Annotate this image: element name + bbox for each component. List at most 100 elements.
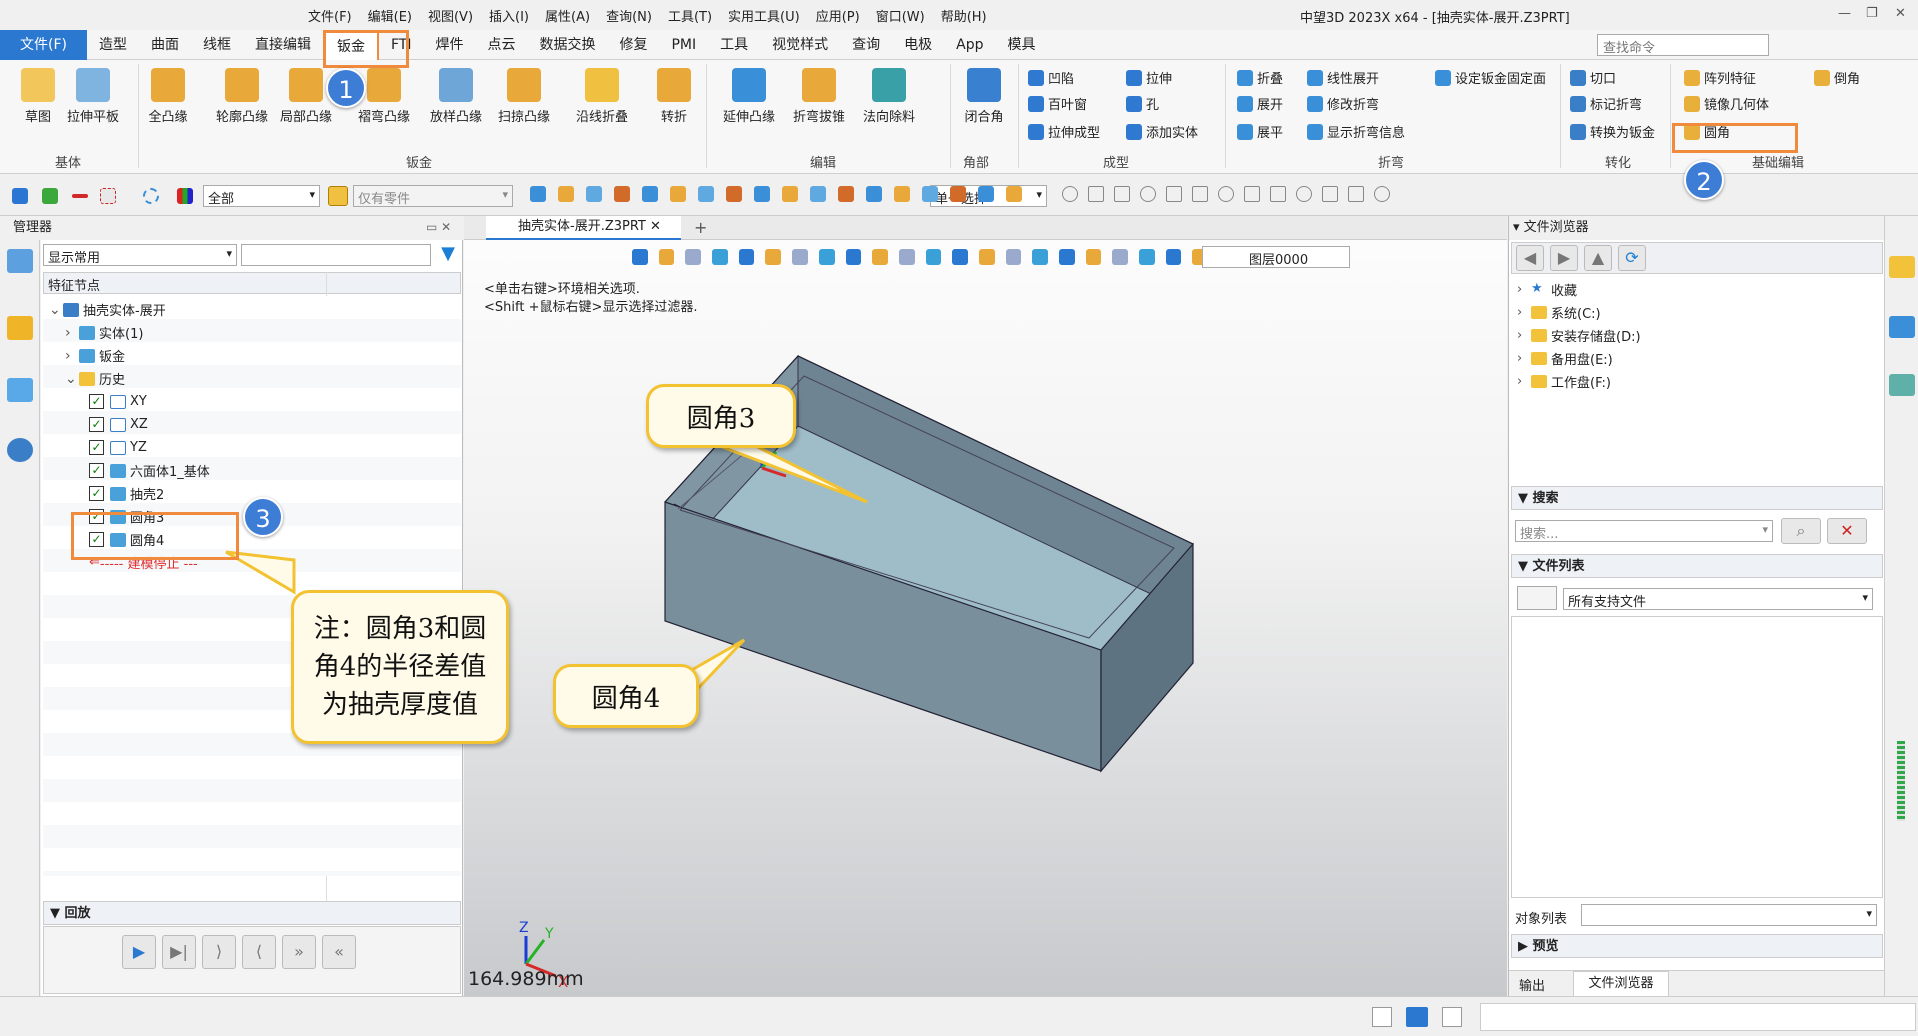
toolbar-icon[interactable]: [950, 186, 966, 202]
toolbar-icon[interactable]: [782, 186, 798, 202]
snap-icon[interactable]: [1296, 186, 1312, 202]
menu-item[interactable]: 窗口(W): [868, 6, 933, 25]
remove-icon[interactable]: [72, 194, 88, 198]
play-icon[interactable]: ▶: [122, 935, 156, 969]
expand-arrow-icon[interactable]: ›: [1517, 374, 1527, 389]
ribbon-small-button[interactable]: 镜像几何体: [1684, 94, 1769, 113]
tab-item[interactable]: 数据交换: [527, 30, 607, 60]
folder-icon[interactable]: [1889, 256, 1915, 278]
ribbon-button[interactable]: 闭合角: [950, 64, 1018, 125]
expand-arrow-icon[interactable]: ›: [1517, 282, 1527, 297]
tab-item[interactable]: 视觉样式: [760, 30, 840, 60]
snap-icon[interactable]: [1322, 186, 1338, 202]
tab-item[interactable]: 电极: [892, 30, 944, 60]
ribbon-small-button[interactable]: 百叶窗: [1028, 94, 1087, 113]
back-icon[interactable]: ◀: [1516, 245, 1544, 271]
tree-node[interactable]: ✓ XY: [43, 390, 343, 413]
command-input[interactable]: [1480, 1003, 1916, 1031]
toolbar-icon[interactable]: [642, 186, 658, 202]
ribbon-small-button[interactable]: 展开: [1237, 94, 1283, 113]
menu-item[interactable]: 插入(I): [481, 6, 537, 25]
tab-item[interactable]: 文件(F): [0, 29, 87, 60]
toolbar-icon[interactable]: [558, 186, 574, 202]
ribbon-small-button[interactable]: 折叠: [1237, 68, 1283, 87]
tree-node[interactable]: ✓ YZ: [43, 436, 343, 459]
fast-forward-icon[interactable]: »: [282, 935, 316, 969]
ribbon-small-button[interactable]: 孔: [1126, 94, 1159, 113]
tab-item[interactable]: 线框: [191, 30, 243, 60]
tab-item[interactable]: 修复: [607, 30, 659, 60]
tree-node[interactable]: ✓ 抽壳2: [43, 482, 343, 505]
snap-icon[interactable]: [1088, 186, 1104, 202]
add-icon[interactable]: [42, 188, 58, 204]
box-select-icon[interactable]: [100, 188, 116, 204]
rewind-icon[interactable]: «: [322, 935, 356, 969]
file-list-header[interactable]: ▼ 文件列表: [1511, 554, 1883, 578]
tree-node[interactable]: ⌄ 抽壳实体-展开: [43, 298, 343, 321]
expand-arrow-icon[interactable]: ›: [1517, 328, 1527, 343]
tab-item[interactable]: 工具: [708, 30, 760, 60]
part-filter-icon[interactable]: [328, 186, 348, 206]
checkbox[interactable]: ✓: [89, 417, 104, 432]
toolbar-icon[interactable]: [530, 186, 546, 202]
expand-arrow-icon[interactable]: ›: [1517, 351, 1527, 366]
snap-icon[interactable]: [1348, 186, 1364, 202]
image-icon[interactable]: [7, 378, 33, 402]
file-tree-item[interactable]: › 系统(C:): [1511, 301, 1601, 324]
snap-icon[interactable]: [1244, 186, 1260, 202]
clear-search-icon[interactable]: ✕: [1827, 518, 1867, 544]
menu-item[interactable]: 帮助(H): [933, 6, 995, 25]
ribbon-small-button[interactable]: 倒角: [1814, 68, 1860, 87]
user-icon[interactable]: [7, 438, 33, 462]
expand-arrow-icon[interactable]: ›: [1517, 305, 1527, 320]
tree-node[interactable]: ✓ 六面体1_基体: [43, 459, 343, 482]
snap-icon[interactable]: [1062, 186, 1078, 202]
checkbox[interactable]: ✓: [89, 440, 104, 455]
filter-icon[interactable]: [177, 188, 193, 204]
layers-icon[interactable]: [1889, 374, 1915, 396]
ribbon-button[interactable]: 延伸凸缘: [715, 64, 783, 125]
toolbar-icon[interactable]: [1006, 186, 1022, 202]
toolbar-icon[interactable]: [838, 186, 854, 202]
search-command-input[interactable]: 查找命令: [1597, 34, 1769, 56]
library-icon[interactable]: [1889, 316, 1915, 338]
ribbon-small-button[interactable]: 修改折弯: [1307, 94, 1379, 113]
tab-item[interactable]: 直接编辑: [243, 30, 323, 60]
replay-header[interactable]: ▼ 回放: [43, 901, 461, 925]
snap-icon[interactable]: [1166, 186, 1182, 202]
tree-node[interactable]: ✓ XZ: [43, 413, 343, 436]
toolbar-icon[interactable]: [698, 186, 714, 202]
ribbon-small-button[interactable]: 切口: [1570, 68, 1616, 87]
checkbox[interactable]: ✓: [89, 486, 104, 501]
ribbon-small-button[interactable]: 拉伸成型: [1028, 122, 1100, 141]
ribbon-button[interactable]: 折弯拔锥: [785, 64, 853, 125]
toolbar-icon[interactable]: [810, 186, 826, 202]
file-search-input[interactable]: 搜索...: [1515, 520, 1773, 542]
ribbon-small-button[interactable]: 标记折弯: [1570, 94, 1642, 113]
tab-item[interactable]: 查询: [840, 30, 892, 60]
part-icon[interactable]: [7, 316, 33, 340]
tree-node[interactable]: ⌄ 历史: [43, 367, 343, 390]
snap-icon[interactable]: [1270, 186, 1286, 202]
ribbon-small-button[interactable]: 拉伸: [1126, 68, 1172, 87]
ribbon-button[interactable]: 全凸缘: [134, 64, 202, 125]
ribbon-button[interactable]: 转折: [640, 64, 708, 125]
ribbon-button[interactable]: 放样凸缘: [422, 64, 490, 125]
tab-item[interactable]: 模具: [996, 30, 1048, 60]
file-filter-combo[interactable]: 所有支持文件: [1563, 588, 1873, 610]
step-forward-icon[interactable]: ▶|: [162, 935, 196, 969]
select-icon[interactable]: [12, 188, 28, 204]
expand-arrow-icon[interactable]: ›: [65, 348, 79, 364]
menu-item[interactable]: 视图(V): [420, 6, 481, 25]
file-list-area[interactable]: [1511, 616, 1883, 898]
tab-item[interactable]: PMI: [659, 30, 708, 60]
tab-file-browser[interactable]: 文件浏览器: [1573, 971, 1669, 997]
snap-icon[interactable]: [1140, 186, 1156, 202]
lasso-icon[interactable]: [143, 188, 159, 204]
ribbon-small-button[interactable]: 设定钣金固定面: [1435, 68, 1546, 87]
status-icon-3[interactable]: [1442, 1007, 1462, 1027]
snap-icon[interactable]: [1374, 186, 1390, 202]
ribbon-button[interactable]: 沿线折叠: [568, 64, 636, 125]
menu-item[interactable]: 属性(A): [537, 6, 598, 25]
close-icon[interactable]: ✕: [1895, 6, 1906, 21]
